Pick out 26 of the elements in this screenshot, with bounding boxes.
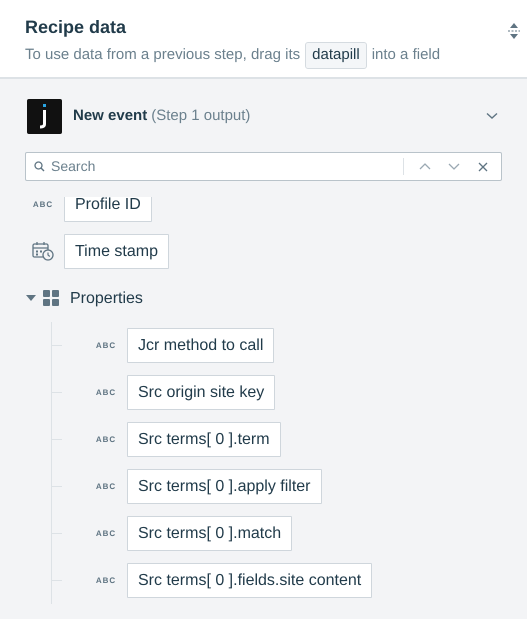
panel-title: Recipe data — [25, 16, 128, 38]
type-label: ABC — [32, 198, 54, 210]
step-title: New event — [73, 106, 148, 126]
datapill[interactable]: Jcr method to call — [127, 328, 274, 363]
calendar-clock-icon — [32, 240, 54, 264]
type-label: ABC — [96, 574, 116, 586]
step-subtitle: (Step 1 output) — [151, 106, 250, 126]
datapill[interactable]: Src terms[ 0 ].apply filter — [127, 469, 322, 504]
hint-text: To use data from a previous step, drag its — [25, 45, 300, 65]
datapill[interactable]: Src terms[ 0 ].match — [127, 516, 292, 551]
type-label: ABC — [96, 480, 116, 492]
type-label: ABC — [96, 528, 116, 540]
type-label: ABC — [96, 434, 116, 446]
datapill[interactable]: Src terms[ 0 ].term — [127, 422, 281, 457]
datapill[interactable]: Src origin site key — [127, 375, 276, 410]
type-label: ABC — [96, 386, 116, 398]
hint-text: into a field — [372, 45, 440, 65]
app-logo-icon — [27, 98, 62, 134]
datapill-example: datapill — [305, 42, 367, 68]
search-field[interactable]: Search — [25, 152, 502, 181]
datapill[interactable]: Time stamp — [64, 234, 169, 269]
search-input[interactable]: Search — [45, 156, 403, 177]
datapill[interactable]: Src terms[ 0 ].fields.site content — [127, 563, 372, 598]
type-label: ABC — [96, 340, 116, 352]
datapill[interactable]: Profile ID — [64, 197, 152, 222]
object-label[interactable]: Properties — [70, 286, 143, 310]
